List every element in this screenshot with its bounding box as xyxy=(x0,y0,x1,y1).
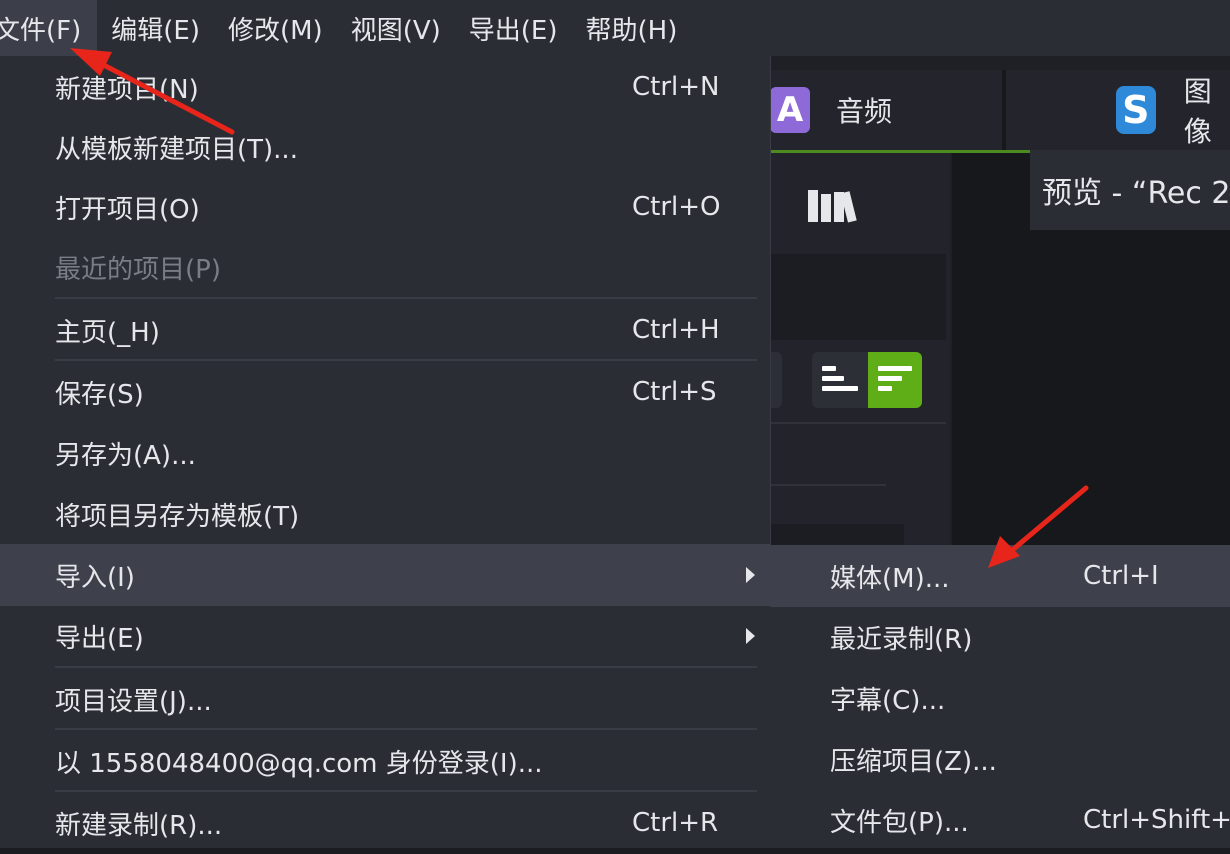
menu-item-save-as[interactable]: 另存为(A)... xyxy=(0,422,770,484)
submenu-item-recent-recordings[interactable]: 最近录制(R) xyxy=(770,606,1230,668)
shortcut-label: Ctrl+I xyxy=(1083,561,1159,591)
menu-item-label: 新建录制(R)... xyxy=(55,810,223,841)
shortcut-label: Ctrl+Shift+P xyxy=(1083,805,1230,835)
shortcut-label: Ctrl+N xyxy=(632,72,720,102)
shortcut-label: Ctrl+O xyxy=(632,192,721,222)
menu-view[interactable]: 视图(V) xyxy=(337,0,455,56)
tab-image-label: 图像 xyxy=(1183,75,1212,148)
submenu-item-media[interactable]: 媒体(M)... Ctrl+I xyxy=(770,545,1230,607)
menu-item-label: 另存为(A)... xyxy=(55,440,196,471)
menu-item-label: 将项目另存为模板(T) xyxy=(55,501,300,532)
menu-bar: 文件(F) 编辑(E) 修改(M) 视图(V) 导出(E) 帮助(H) xyxy=(0,0,1230,56)
menu-item-label: 压缩项目(Z)... xyxy=(830,746,997,777)
sort-ascending-button[interactable] xyxy=(812,352,868,408)
file-menu-dropdown: 新建项目(N) Ctrl+N 从模板新建项目(T)... 打开项目(O) Ctr… xyxy=(0,56,771,848)
submenu-item-zipped-project[interactable]: 压缩项目(Z)... xyxy=(770,728,1230,790)
shortcut-label: Ctrl+S xyxy=(632,377,717,407)
menu-item-label: 从模板新建项目(T)... xyxy=(55,134,298,165)
menu-item-project-settings[interactable]: 项目设置(J)... xyxy=(0,668,770,730)
menu-item-new-recording[interactable]: 新建录制(R)... Ctrl+R xyxy=(0,792,770,854)
panel-divider xyxy=(770,484,886,486)
menu-export[interactable]: 导出(E) xyxy=(455,0,572,56)
menu-item-label: 文件包(P)... xyxy=(830,807,969,838)
library-icon[interactable] xyxy=(806,186,858,235)
menu-modify[interactable]: 修改(M) xyxy=(214,0,337,56)
menu-item-new-from-template[interactable]: 从模板新建项目(T)... xyxy=(0,116,770,178)
menu-file[interactable]: 文件(F) xyxy=(0,0,98,56)
menu-edit[interactable]: 编辑(E) xyxy=(97,0,214,56)
menu-item-label: 导入(I) xyxy=(55,562,135,593)
panel-placeholder xyxy=(770,524,904,546)
import-submenu: 媒体(M)... Ctrl+I 最近录制(R) 字幕(C)... 压缩项目(Z)… xyxy=(770,545,1230,848)
view-toggle-button[interactable] xyxy=(770,352,782,408)
menu-item-save[interactable]: 保存(S) Ctrl+S xyxy=(0,361,770,423)
audio-tab-icon: A xyxy=(770,87,810,133)
menu-item-label: 保存(S) xyxy=(55,379,144,410)
panel-divider xyxy=(770,422,946,424)
menu-item-label: 最近的项目(P) xyxy=(55,254,221,285)
menu-item-recent-projects: 最近的项目(P) xyxy=(0,236,770,298)
submenu-arrow-icon xyxy=(746,628,755,644)
menu-item-label: 媒体(M)... xyxy=(830,563,950,594)
menu-item-label: 主页(_H) xyxy=(55,317,160,348)
media-search-area xyxy=(770,254,946,340)
submenu-arrow-icon xyxy=(746,567,755,583)
submenu-item-library-package[interactable]: 文件包(P)... Ctrl+Shift+P xyxy=(770,789,1230,851)
menu-item-label: 最近录制(R) xyxy=(830,624,973,655)
menu-item-open-project[interactable]: 打开项目(O) Ctrl+O xyxy=(0,176,770,238)
menu-item-label: 以 1558048400@qq.com 身份登录(I)... xyxy=(55,748,543,779)
menu-item-home[interactable]: 主页(_H) Ctrl+H xyxy=(0,299,770,361)
menu-item-label: 字幕(C)... xyxy=(830,685,946,716)
menu-item-label: 新建项目(N) xyxy=(55,74,199,105)
tab-audio-label: 音频 xyxy=(836,95,893,128)
preview-title: 预览 - “Rec 2 xyxy=(1030,150,1230,230)
menu-item-save-as-template[interactable]: 将项目另存为模板(T) xyxy=(0,483,770,545)
s-app-icon: S xyxy=(1116,86,1156,134)
menu-item-label: 打开项目(O) xyxy=(55,194,200,225)
tab-audio[interactable]: A 音频 xyxy=(770,70,1002,150)
menu-item-label: 导出(E) xyxy=(55,623,144,654)
submenu-item-captions[interactable]: 字幕(C)... xyxy=(770,667,1230,729)
sort-descending-button[interactable] xyxy=(868,352,922,408)
menu-item-export[interactable]: 导出(E) xyxy=(0,605,770,667)
sort-desc-icon xyxy=(878,366,912,396)
tab-image[interactable]: S 图像 xyxy=(1006,70,1230,150)
sort-list-icon xyxy=(822,366,858,396)
menu-item-label: 项目设置(J)... xyxy=(55,686,212,717)
shortcut-label: Ctrl+R xyxy=(632,808,719,838)
menu-item-sign-in[interactable]: 以 1558048400@qq.com 身份登录(I)... xyxy=(0,730,770,792)
menu-item-new-project[interactable]: 新建项目(N) Ctrl+N xyxy=(0,56,770,118)
shortcut-label: Ctrl+H xyxy=(632,315,720,345)
menu-help[interactable]: 帮助(H) xyxy=(572,0,692,56)
menu-item-import[interactable]: 导入(I) xyxy=(0,544,770,606)
